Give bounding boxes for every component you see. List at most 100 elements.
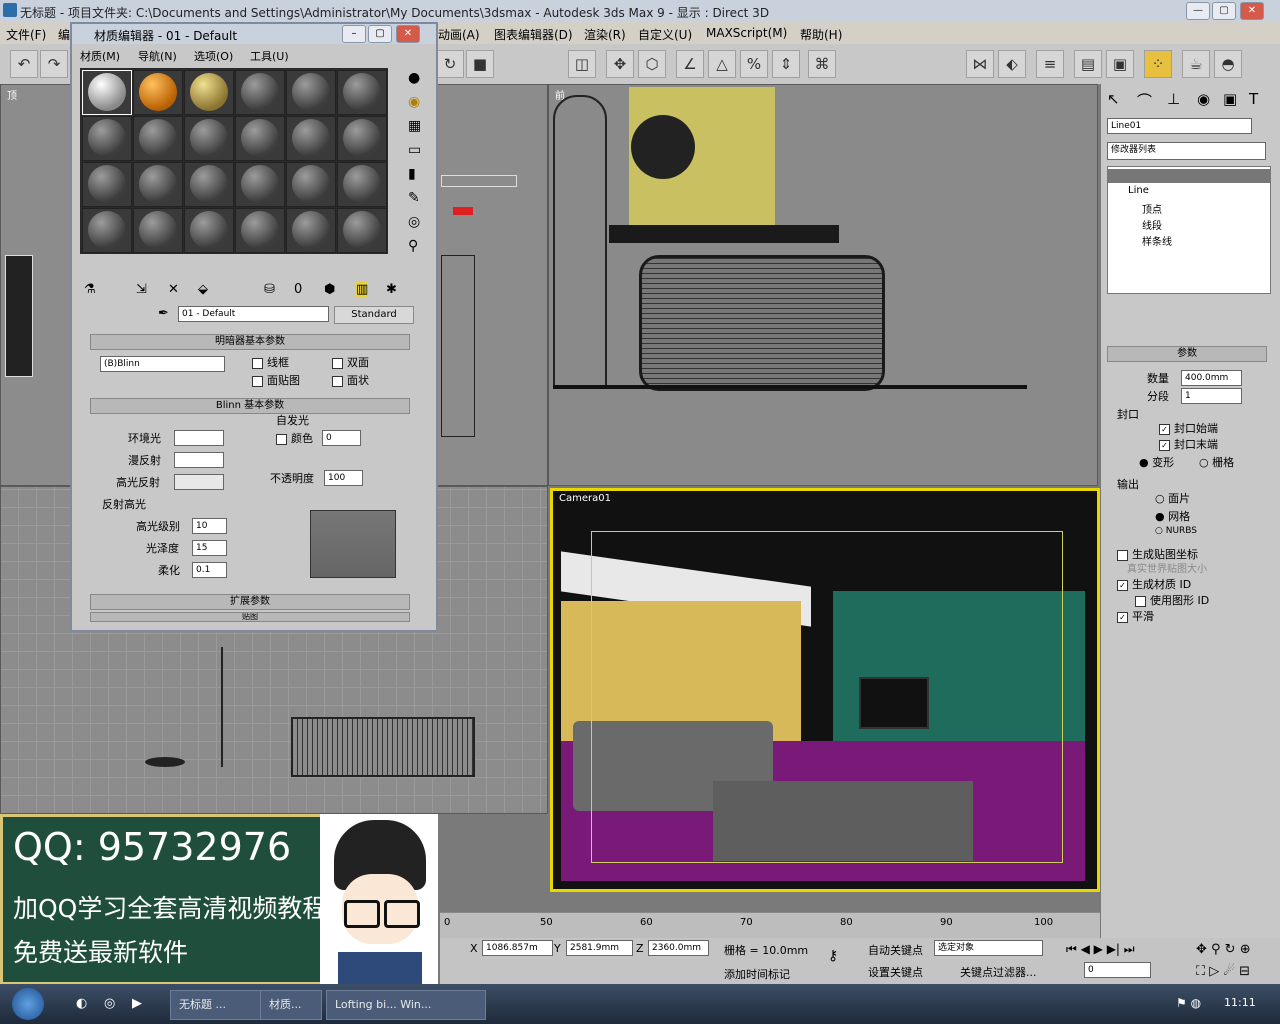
sample-slot[interactable] (184, 208, 234, 253)
viewport-nav-controls-2[interactable]: ⛶ ▷ ☄ ⊟ (1196, 964, 1250, 979)
key-filters-button[interactable]: 关键点过滤器... (960, 964, 1037, 980)
go-parent-icon[interactable]: ✱ (386, 282, 397, 297)
mat-menu-navigation[interactable]: 导航(N) (138, 48, 177, 64)
media-icon[interactable]: ▶ (132, 996, 142, 1011)
two-sided-checkbox[interactable]: 双面 (332, 354, 369, 370)
self-illum-color-checkbox[interactable]: 颜色 (276, 430, 313, 446)
start-button[interactable] (12, 988, 44, 1020)
cap-start-checkbox[interactable]: ✓ 封口始端 (1159, 420, 1218, 436)
soften-value[interactable]: 0.1 (192, 562, 227, 578)
object-name-field[interactable]: Line01 (1107, 118, 1252, 134)
glossiness-value[interactable]: 15 (192, 540, 227, 556)
shader-type-select[interactable]: (B)Blinn (100, 356, 225, 372)
get-material-icon[interactable]: ⚗ (84, 282, 96, 297)
diffuse-color-swatch[interactable] (174, 452, 224, 468)
spinner-snap-icon[interactable]: ⇕ (772, 50, 800, 78)
add-time-tag[interactable]: 添加时间标记 (724, 966, 790, 982)
sample-slot[interactable] (337, 162, 387, 207)
browser-icon[interactable]: ◎ (104, 996, 115, 1011)
menu-graph-editors[interactable]: 图表编辑器(D) (494, 26, 573, 43)
undo-icon[interactable]: ↶ (10, 50, 38, 78)
blinn-basic-rollout[interactable]: Blinn 基本参数 (90, 398, 410, 414)
sample-slot[interactable] (235, 116, 285, 161)
sample-slot[interactable] (235, 70, 285, 115)
mat-menu-utilities[interactable]: 工具(U) (250, 48, 289, 64)
background-icon[interactable]: ▦ (408, 118, 421, 134)
y-coordinate-field[interactable]: 2581.9mm (566, 940, 633, 956)
sample-type-icon[interactable]: ● (408, 70, 420, 86)
stack-item-vertex[interactable]: 顶点 (1142, 201, 1162, 216)
menu-help[interactable]: 帮助(H) (800, 26, 842, 43)
select-manipulate-icon[interactable]: ⬡ (638, 50, 666, 78)
taskbar-item-material[interactable]: 材质... (260, 990, 322, 1020)
faceted-checkbox[interactable]: 面状 (332, 372, 369, 388)
curve-editor-icon[interactable]: ▤ (1074, 50, 1102, 78)
sample-slot[interactable] (82, 70, 132, 115)
stack-item-spline[interactable]: 样条线 (1142, 233, 1172, 248)
material-editor-icon[interactable]: ⁘ (1144, 50, 1172, 78)
tray-icons[interactable]: ⚑ ◍ (1176, 996, 1201, 1010)
reset-map-icon[interactable]: ✕ (168, 282, 179, 297)
uv-tiling-icon[interactable]: ▭ (408, 142, 421, 158)
parameters-rollout[interactable]: 参数 (1107, 346, 1267, 362)
z-coordinate-field[interactable]: 2360.0mm (648, 940, 709, 956)
menu-file[interactable]: 文件(F) (6, 26, 46, 43)
extended-params-rollout[interactable]: 扩展参数 (90, 594, 410, 610)
show-desktop-icon[interactable]: ◐ (76, 996, 87, 1011)
current-frame-field[interactable]: 0 (1084, 962, 1151, 978)
stack-item-line[interactable]: Line (1128, 185, 1149, 196)
shader-basic-rollout[interactable]: 明暗器基本参数 (90, 334, 410, 350)
sample-slot[interactable] (286, 208, 336, 253)
self-illum-value[interactable]: 0 (322, 430, 361, 446)
snap-icon[interactable]: △ (708, 50, 736, 78)
key-icon[interactable]: ⚷ (828, 948, 838, 964)
sample-slot[interactable] (133, 70, 183, 115)
viewport-front[interactable]: 前 (548, 84, 1098, 486)
sample-slot[interactable] (286, 70, 336, 115)
sample-slot[interactable] (133, 116, 183, 161)
align-icon[interactable]: ⬖ (998, 50, 1026, 78)
make-preview-icon[interactable]: ✎ (408, 190, 420, 206)
sample-slot[interactable] (286, 162, 336, 207)
mat-menu-material[interactable]: 材质(M) (80, 48, 120, 64)
mat-maximize-button[interactable]: ▢ (368, 25, 392, 43)
auto-key-button[interactable]: 自动关键点 (868, 942, 923, 958)
stack-item-segment[interactable]: 线段 (1142, 217, 1162, 232)
modifier-list-select[interactable]: 修改器列表 (1107, 142, 1266, 160)
utilities-tab-icon[interactable]: T (1249, 90, 1258, 108)
assign-material-icon[interactable]: ⇲ (136, 282, 147, 297)
material-id-icon[interactable]: 0 (294, 282, 302, 297)
modify-tab-icon[interactable]: ⌒ (1137, 90, 1152, 111)
maps-rollout[interactable]: 贴图 (90, 612, 410, 622)
maximize-button[interactable]: ▢ (1212, 2, 1236, 20)
mirror-icon[interactable]: ⋈ (966, 50, 994, 78)
output-patch-radio[interactable]: ○ 面片 (1155, 490, 1190, 506)
x-coordinate-field[interactable]: 1086.857m (482, 940, 553, 956)
select-move-icon[interactable]: ✥ (606, 50, 634, 78)
layer-manager-icon[interactable]: ≡ (1036, 50, 1064, 78)
sample-slot[interactable] (133, 162, 183, 207)
morph-radio[interactable]: ● 变形 (1139, 454, 1174, 470)
specular-color-swatch[interactable] (174, 474, 224, 490)
show-map-icon[interactable]: ⬢ (324, 282, 335, 297)
sample-slot[interactable] (286, 116, 336, 161)
make-unique-icon[interactable]: ⬙ (198, 282, 208, 297)
select-by-material-icon[interactable]: ⚲ (408, 238, 418, 254)
sample-slot[interactable] (133, 208, 183, 253)
sample-slot[interactable] (235, 208, 285, 253)
menu-customize[interactable]: 自定义(U) (638, 26, 692, 43)
sample-slot[interactable] (337, 116, 387, 161)
display-tab-icon[interactable]: ▣ (1223, 90, 1237, 108)
taskbar-item-lofting[interactable]: Lofting bi... Win... (326, 990, 486, 1020)
show-end-result-icon[interactable]: ▥ (356, 282, 369, 297)
menu-animation[interactable]: 动画(A) (438, 26, 480, 43)
smooth-checkbox[interactable]: ✓ 平滑 (1117, 608, 1154, 624)
quick-render-icon[interactable]: ◓ (1214, 50, 1242, 78)
put-to-library-icon[interactable]: ⛁ (264, 282, 275, 297)
hierarchy-tab-icon[interactable]: ⊥ (1167, 90, 1180, 108)
sample-slot[interactable] (82, 208, 132, 253)
backlight-icon[interactable]: ◉ (408, 94, 420, 110)
sample-slot[interactable] (184, 116, 234, 161)
sample-slot[interactable] (82, 116, 132, 161)
motion-tab-icon[interactable]: ◉ (1197, 90, 1210, 108)
